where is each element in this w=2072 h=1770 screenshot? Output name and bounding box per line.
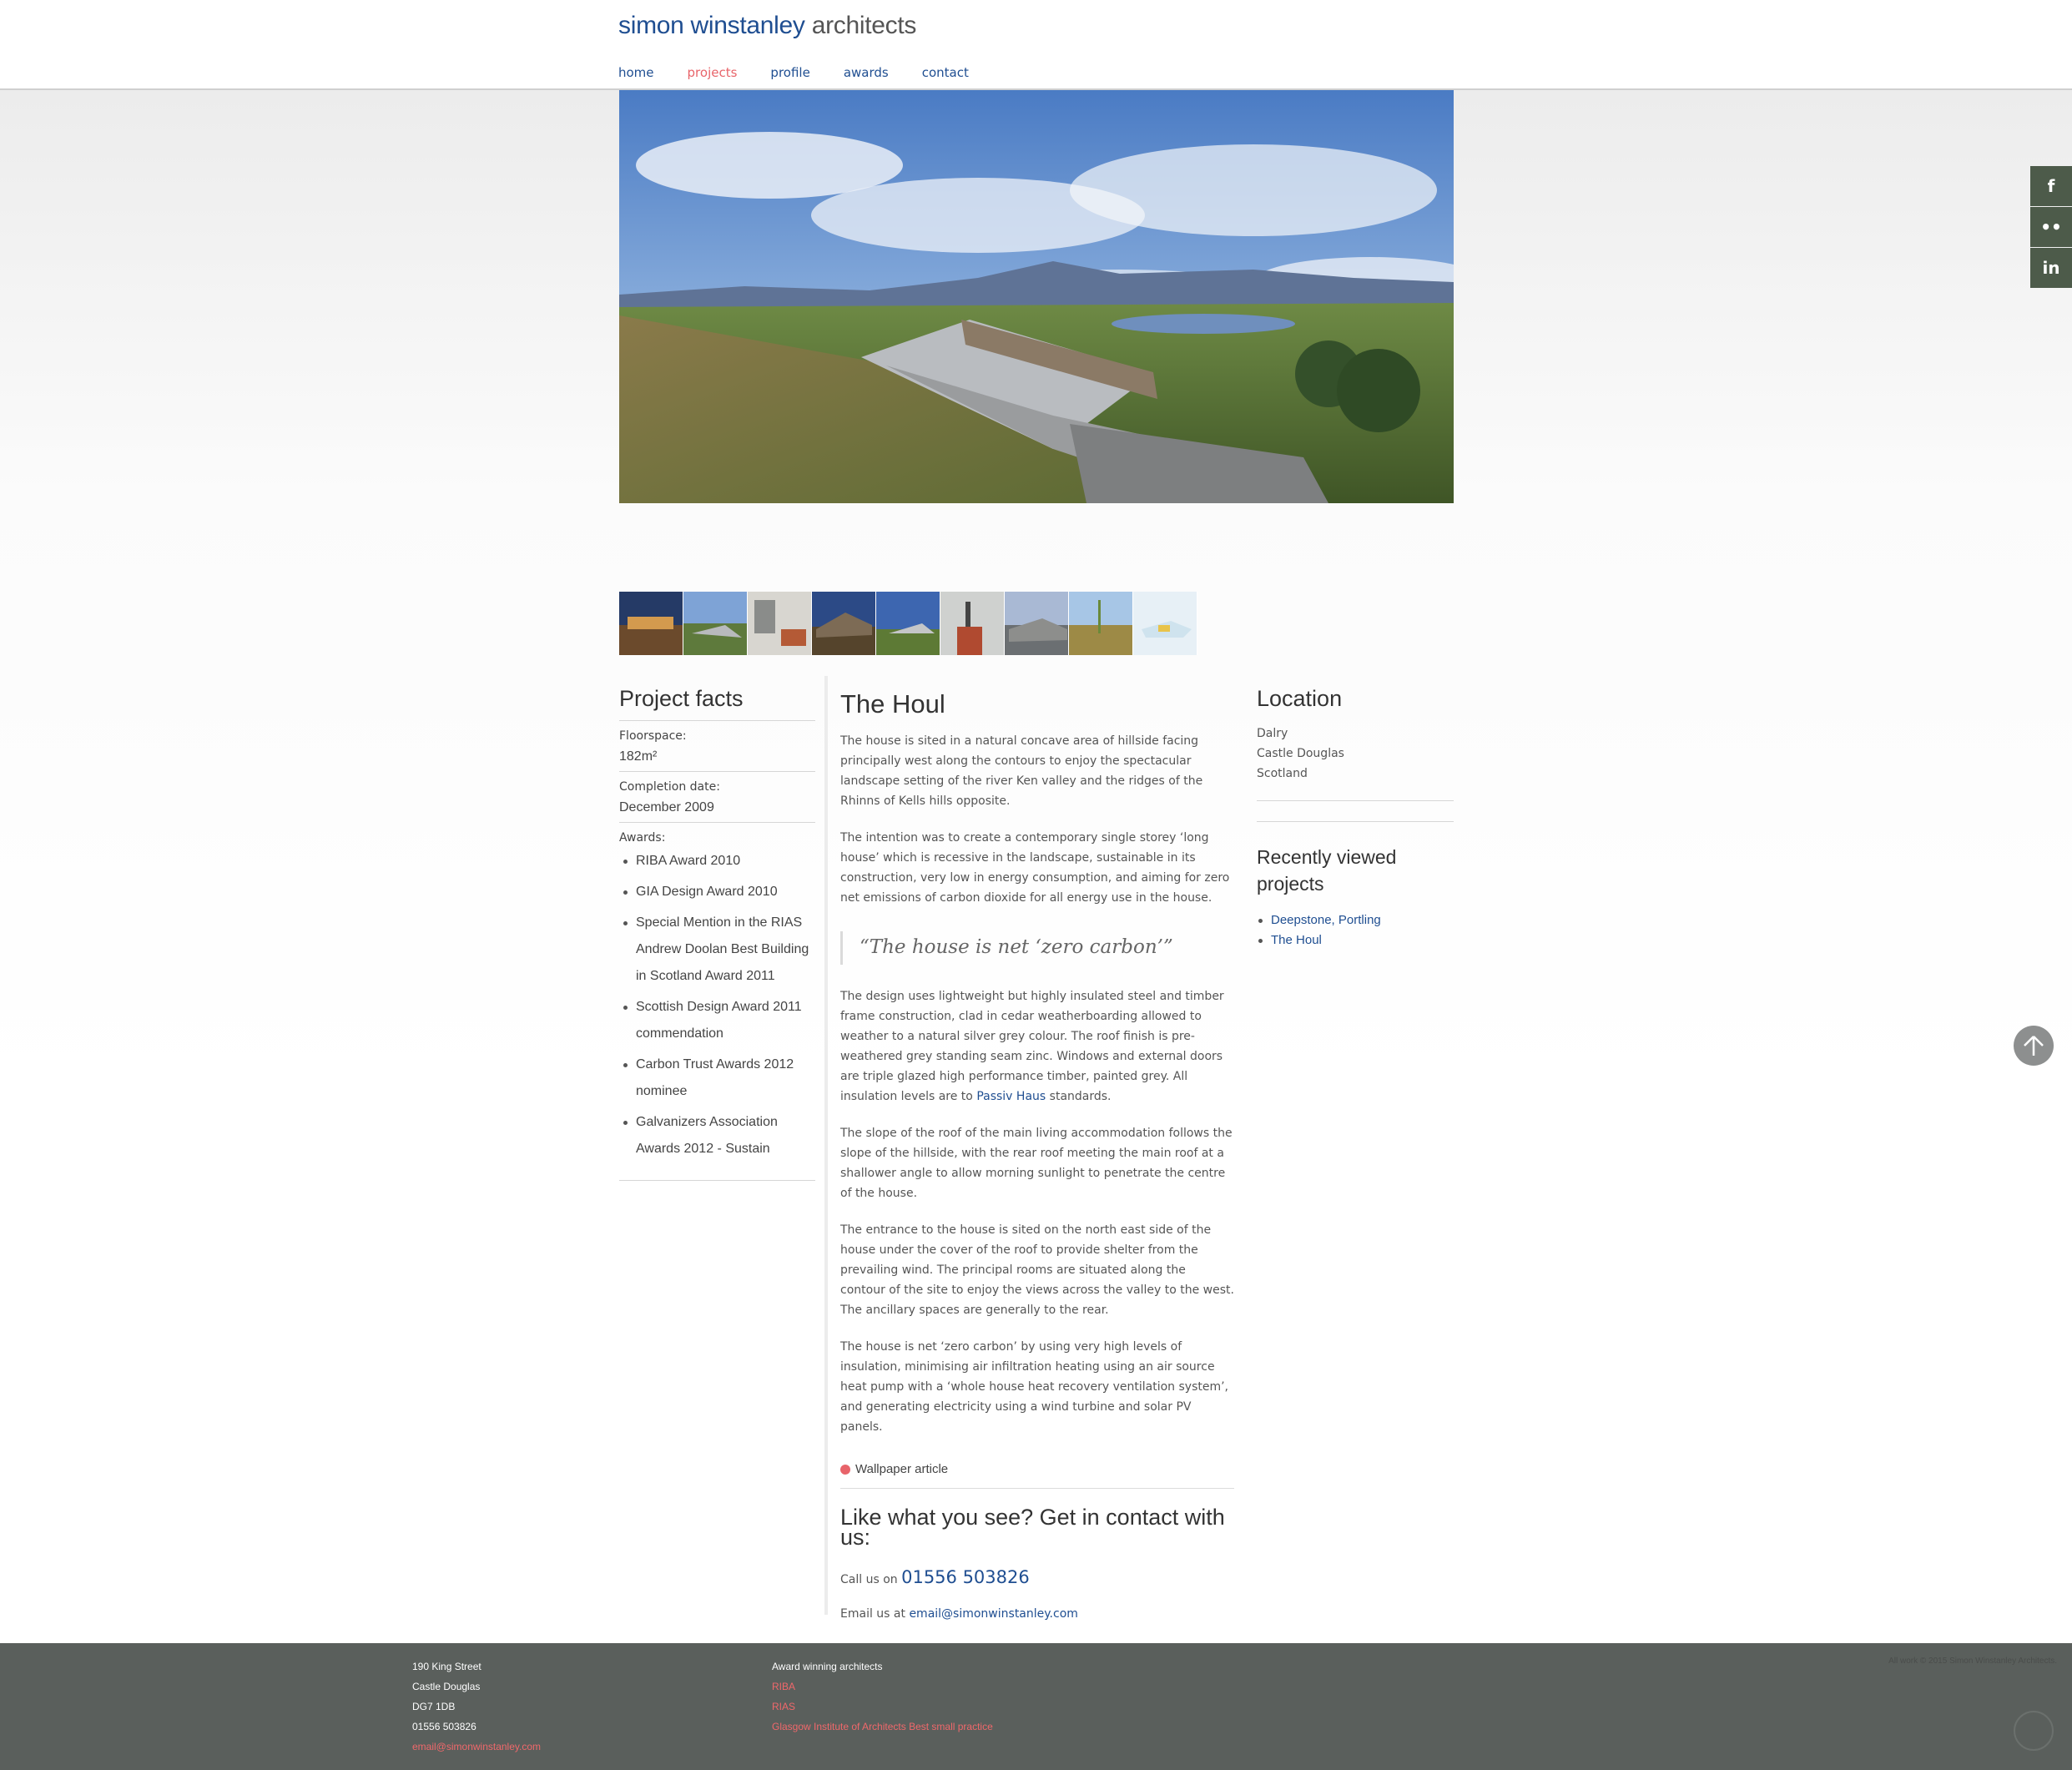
fact-value: December 2009 xyxy=(619,800,714,814)
pull-quote: “The house is net ‘zero carbon’” xyxy=(840,931,1234,965)
footer-line: 190 King Street xyxy=(412,1661,481,1672)
nav-projects[interactable]: projects xyxy=(688,65,738,80)
paragraph-text: standards. xyxy=(1049,1090,1112,1103)
link-label: Wallpaper article xyxy=(855,1462,949,1476)
facts-title: Project facts xyxy=(619,686,744,711)
divider xyxy=(619,1180,815,1181)
thumbnail[interactable] xyxy=(1133,592,1197,655)
paragraph: The house is net ‘zero carbon’ by using … xyxy=(840,1340,1229,1434)
footer-address: 190 King Street Castle Douglas DG7 1DB 0… xyxy=(412,1657,541,1757)
flickr-icon[interactable]: •• xyxy=(2030,207,2072,247)
paragraph: The house is sited in a natural concave … xyxy=(840,734,1203,808)
nav-profile[interactable]: profile xyxy=(770,65,809,80)
footer-line: DG7 1DB xyxy=(412,1701,456,1712)
passiv-haus-link[interactable]: Passiv Haus xyxy=(976,1090,1046,1103)
award-item: RIBA Award 2010 xyxy=(619,848,815,875)
divider xyxy=(1257,821,1454,822)
thumbnail[interactable] xyxy=(619,592,683,655)
main-nav: home projects profile awards contact xyxy=(618,65,1002,80)
award-item: Special Mention in the RIAS Andrew Doola… xyxy=(619,910,815,990)
thumbnail[interactable] xyxy=(876,592,940,655)
copyright: All work © 2015 Simon Winstanley Archite… xyxy=(1888,1657,2057,1666)
facebook-icon[interactable]: f xyxy=(2030,166,2072,206)
location-address: Dalry Castle Douglas Scotland xyxy=(1257,724,1454,784)
fact-label: Completion date: xyxy=(619,780,720,794)
recent-project-link[interactable]: The Houl xyxy=(1271,933,1322,947)
call-prefix: Call us on xyxy=(840,1573,898,1586)
location-line: Dalry xyxy=(1257,727,1288,740)
project-title: The Houl xyxy=(840,689,945,719)
recent-projects-list: Deepstone, Portling The Houl xyxy=(1257,910,1454,951)
arrow-up-icon xyxy=(2024,1036,2044,1056)
award-item: Carbon Trust Awards 2012 nominee xyxy=(619,1051,815,1105)
fact-awards: Awards: RIBA Award 2010 GIA Design Award… xyxy=(619,822,815,1173)
paragraph: The design uses lightweight but highly i… xyxy=(840,986,1234,1107)
location-line: Scotland xyxy=(1257,767,1308,780)
paragraph: The entrance to the house is sited on th… xyxy=(840,1223,1234,1317)
footer-link-rias[interactable]: RIAS xyxy=(772,1697,993,1717)
nav-home[interactable]: home xyxy=(618,65,654,80)
thumbnail[interactable] xyxy=(1069,592,1133,655)
wallpaper-article-link[interactable]: Wallpaper article xyxy=(840,1462,1234,1489)
recent-projects-title: Recently viewed projects xyxy=(1257,846,1397,895)
logo-suffix: architects xyxy=(811,12,917,39)
fact-completion: Completion date: December 2009 xyxy=(619,771,815,822)
thumbnail[interactable] xyxy=(812,592,876,655)
social-links: f •• in xyxy=(2030,166,2072,289)
thumbnail-strip xyxy=(619,592,1197,655)
fact-value: 182m² xyxy=(619,749,658,764)
email-line: Email us at email@simonwinstanley.com xyxy=(840,1607,1234,1621)
thumbnail[interactable] xyxy=(683,592,748,655)
fact-label: Floorspace: xyxy=(619,729,687,743)
location-line: Castle Douglas xyxy=(1257,747,1344,760)
paragraph-text: The design uses lightweight but highly i… xyxy=(840,990,1224,1103)
back-to-top-button[interactable] xyxy=(2014,1026,2054,1066)
fact-label: Awards: xyxy=(619,831,666,845)
paragraph: The intention was to create a contempora… xyxy=(840,831,1230,905)
nav-contact[interactable]: contact xyxy=(922,65,969,80)
bullet-icon xyxy=(840,1464,850,1475)
linkedin-icon[interactable]: in xyxy=(2030,248,2072,288)
footer-link-riba[interactable]: RIBA xyxy=(772,1677,993,1697)
site-logo[interactable]: simon winstanley architects xyxy=(618,12,916,40)
award-item: GIA Design Award 2010 xyxy=(619,879,815,905)
sidebar: Location Dalry Castle Douglas Scotland R… xyxy=(1257,686,1454,951)
email-prefix: Email us at xyxy=(840,1607,905,1621)
footer-line: Castle Douglas xyxy=(412,1681,481,1692)
project-description: The Houl The house is sited in a natural… xyxy=(824,676,1234,1621)
project-facts: Project facts Floorspace: 182m² Completi… xyxy=(619,686,815,1181)
site-header: simon winstanley architects home project… xyxy=(0,0,2072,90)
list-item: The Houl xyxy=(1257,930,1454,951)
phone-line: Call us on 01556 503826 xyxy=(840,1567,1234,1587)
site-footer: 190 King Street Castle Douglas DG7 1DB 0… xyxy=(0,1643,2072,1770)
contact-heading: Like what you see? Get in contact with u… xyxy=(840,1505,1225,1550)
location-title: Location xyxy=(1257,686,1343,711)
footer-link-gia[interactable]: Glasgow Institute of Architects Best sma… xyxy=(772,1717,993,1737)
fact-floorspace: Floorspace: 182m² xyxy=(619,720,815,771)
logo-name: simon winstanley xyxy=(618,12,805,39)
phone-link[interactable]: 01556 503826 xyxy=(901,1567,1030,1587)
footer-heading: Award winning architects xyxy=(772,1661,883,1672)
footer-line: 01556 503826 xyxy=(412,1721,476,1732)
footer-email-link[interactable]: email@simonwinstanley.com xyxy=(412,1737,541,1757)
thumbnail[interactable] xyxy=(1005,592,1069,655)
recent-project-link[interactable]: Deepstone, Portling xyxy=(1271,913,1381,927)
thumbnail[interactable] xyxy=(748,592,812,655)
list-item: Deepstone, Portling xyxy=(1257,910,1454,930)
footer-awards: Award winning architects RIBA RIAS Glasg… xyxy=(772,1657,993,1737)
awards-list: RIBA Award 2010 GIA Design Award 2010 Sp… xyxy=(619,848,815,1162)
nav-awards[interactable]: awards xyxy=(844,65,889,80)
award-item: Scottish Design Award 2011 commendation xyxy=(619,994,815,1047)
hero-image xyxy=(619,90,1454,503)
paragraph: The slope of the roof of the main living… xyxy=(840,1127,1233,1200)
thumbnail[interactable] xyxy=(940,592,1005,655)
email-link[interactable]: email@simonwinstanley.com xyxy=(909,1607,1077,1621)
divider xyxy=(1257,800,1454,801)
award-item: Galvanizers Association Awards 2012 - Su… xyxy=(619,1109,815,1162)
footer-back-to-top[interactable] xyxy=(2014,1711,2054,1751)
